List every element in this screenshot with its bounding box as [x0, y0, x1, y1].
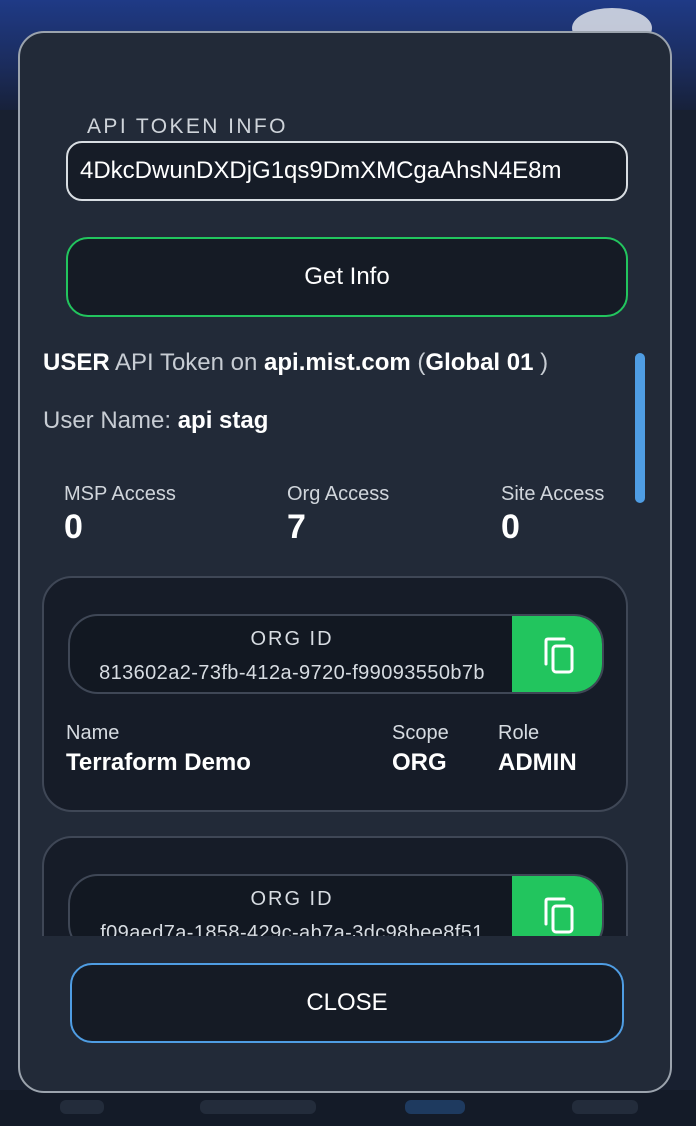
- token-summary-paren-close: ): [533, 349, 549, 376]
- token-type: USER: [43, 349, 110, 376]
- token-summary-paren-open: (: [410, 349, 426, 376]
- token-cloud: Global 01: [425, 349, 534, 376]
- org-id-value: 813602a2-73fb-412a-9720-f99093550b7b: [99, 662, 485, 684]
- user-name-line: User Name: api stag: [43, 407, 268, 435]
- org-id-label: ORG ID: [250, 628, 334, 650]
- user-name-label: User Name:: [43, 407, 178, 434]
- org-id-field: ORG ID 813602a2-73fb-412a-9720-f99093550…: [68, 614, 604, 694]
- background-nav-item: [572, 1100, 638, 1114]
- msp-access-label: MSP Access: [64, 483, 176, 505]
- get-info-button[interactable]: Get Info: [66, 237, 628, 317]
- org-scope-value: ORG: [392, 749, 447, 776]
- org-scope-label: Scope: [392, 722, 449, 744]
- background-nav-item: [200, 1100, 316, 1114]
- org-id-label: ORG ID: [250, 888, 334, 910]
- org-card: ORG ID 813602a2-73fb-412a-9720-f99093550…: [42, 576, 628, 812]
- token-summary: USER API Token on api.mist.com (Global 0…: [43, 349, 548, 377]
- org-role-value: ADMIN: [498, 749, 577, 776]
- copy-icon: [544, 637, 574, 674]
- site-access-stat: Site Access 0: [501, 483, 604, 547]
- org-scope: Scope ORG: [392, 722, 449, 777]
- org-name-label: Name: [66, 722, 120, 744]
- org-id-value: f09aed7a-1858-429c-ab7a-3dc98bee8f51: [100, 922, 484, 936]
- org-id-field: ORG ID f09aed7a-1858-429c-ab7a-3dc98bee8…: [68, 874, 604, 936]
- token-info-scroll-area[interactable]: USER API Token on api.mist.com (Global 0…: [20, 333, 670, 936]
- dialog-title: API TOKEN INFO: [87, 115, 288, 138]
- close-button[interactable]: CLOSE: [70, 963, 624, 1043]
- copy-org-id-button[interactable]: [512, 616, 602, 692]
- copy-org-id-button[interactable]: [512, 876, 602, 936]
- site-access-count: 0: [501, 508, 520, 546]
- org-role: Role ADMIN: [498, 722, 577, 777]
- org-role-label: Role: [498, 722, 540, 744]
- org-name-value: Terraform Demo: [66, 749, 251, 776]
- user-name-value: api stag: [177, 407, 269, 434]
- copy-icon: [544, 897, 574, 934]
- org-access-count: 7: [287, 508, 306, 546]
- api-token-input[interactable]: [66, 141, 628, 201]
- background-nav-item: [60, 1100, 104, 1114]
- background-nav-item: [405, 1100, 465, 1114]
- token-host: api.mist.com: [264, 349, 411, 376]
- org-name: Name Terraform Demo: [66, 722, 251, 777]
- site-access-label: Site Access: [501, 483, 605, 505]
- token-summary-text: API Token on: [109, 349, 265, 376]
- api-token-info-dialog: API TOKEN INFO Get Info USER API Token o…: [18, 31, 672, 1093]
- msp-access-count: 0: [64, 508, 83, 546]
- org-card: ORG ID f09aed7a-1858-429c-ab7a-3dc98bee8…: [42, 836, 628, 936]
- scrollbar[interactable]: [635, 353, 645, 503]
- org-access-label: Org Access: [287, 483, 390, 505]
- org-access-stat: Org Access 7: [287, 483, 389, 547]
- msp-access-stat: MSP Access 0: [64, 483, 176, 547]
